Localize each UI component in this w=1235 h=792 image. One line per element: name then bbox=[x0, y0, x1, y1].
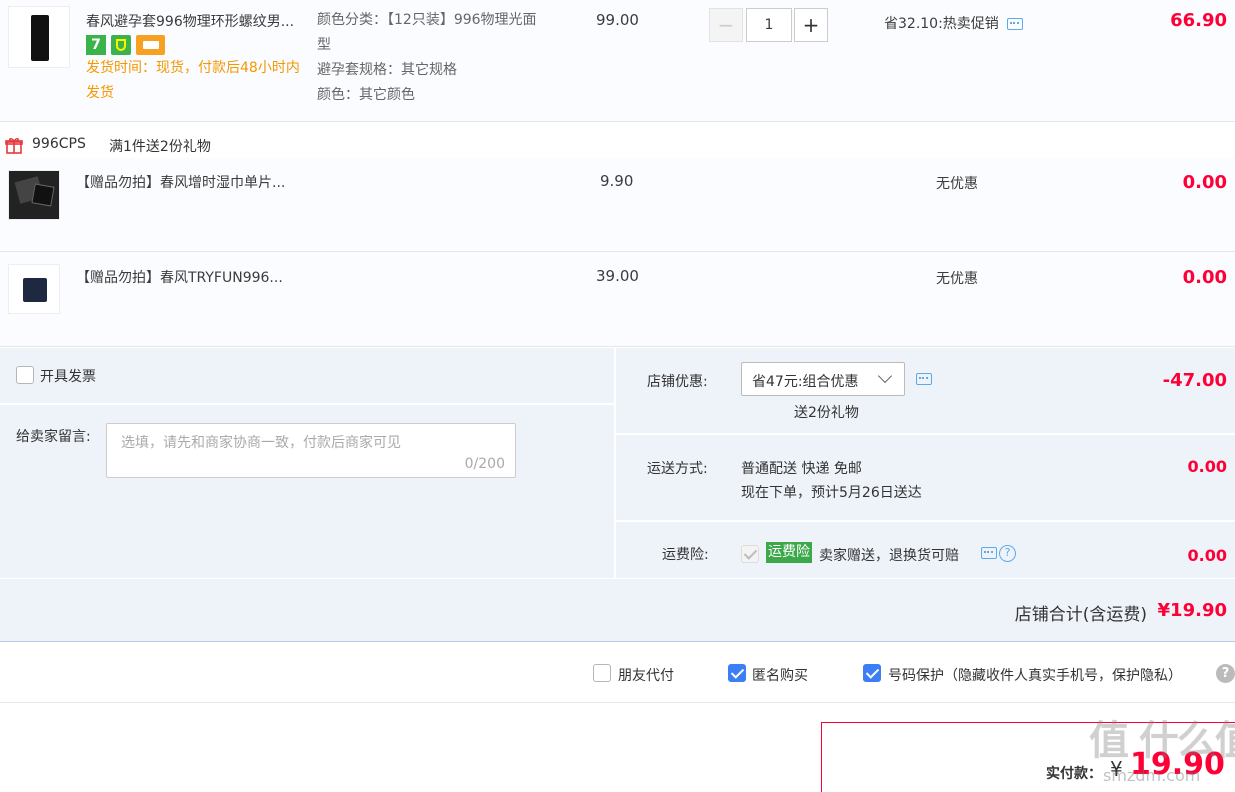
anonymous-label[interactable]: 匿名购买 bbox=[752, 665, 808, 685]
ship-time: 发货时间：现货，付款后48小时内发货 bbox=[86, 60, 300, 101]
sku-info: 颜色分类：【12只装】996物理光面型 避孕套规格：其它规格 颜色：其它颜色 bbox=[317, 8, 547, 108]
insurance-checkbox[interactable] bbox=[741, 545, 759, 563]
shipping-method[interactable]: 普通配送 快递 免邮 bbox=[741, 458, 862, 478]
gift-price: 9.90 bbox=[600, 172, 634, 190]
shipping-amount: 0.00 bbox=[1187, 457, 1227, 476]
item-subtotal: 66.90 bbox=[1170, 10, 1227, 31]
qty-plus-button[interactable]: + bbox=[794, 8, 828, 42]
shield-icon bbox=[111, 35, 131, 55]
invoice-checkbox[interactable] bbox=[16, 366, 34, 384]
friend-pay-checkbox[interactable] bbox=[593, 664, 611, 682]
pay-box: 实付款： ¥ 19.90 bbox=[821, 722, 1235, 792]
gift-title[interactable]: 【赠品勿拍】春风TRYFUN996... bbox=[76, 267, 283, 287]
shop-discount-select[interactable]: 省47元:组合优惠 bbox=[741, 362, 905, 396]
product-title[interactable]: 春风避孕套996物理环形螺纹男... bbox=[86, 11, 294, 31]
item-promo-text: 省32.10:热卖促销 bbox=[884, 16, 999, 32]
insurance-panel: 运费险: 运费险 卖家赠送，退换货可赔 ? 0.00 bbox=[616, 522, 1235, 578]
message-counter: 0/200 bbox=[464, 456, 505, 472]
shop-discount-panel: 店铺优惠: 省47元:组合优惠 送2份礼物 -47.00 bbox=[616, 348, 1235, 434]
sku-color-category: 颜色分类：【12只装】996物理光面型 bbox=[317, 12, 537, 53]
shop-discount-label: 店铺优惠: bbox=[647, 374, 708, 390]
pay-amount: 19.90 bbox=[1130, 747, 1225, 782]
anonymous-checkbox[interactable] bbox=[728, 664, 746, 682]
message-textarea[interactable]: 选填，请先和商家协商一致，付款后商家可见 0/200 bbox=[106, 423, 516, 478]
phone-protect-checkbox[interactable] bbox=[863, 664, 881, 682]
shop-discount-value: 省47元:组合优惠 bbox=[752, 374, 859, 390]
shipping-panel: 运送方式: 普通配送 快递 免邮 现在下单，预计5月26日送达 0.00 bbox=[616, 435, 1235, 521]
phone-protect-label[interactable]: 号码保护（隐藏收件人真实手机号，保护隐私） bbox=[888, 665, 1182, 685]
shipping-eta: 现在下单，预计5月26日送达 bbox=[741, 485, 922, 501]
shop-total-amount: ¥19.90 bbox=[1157, 600, 1227, 621]
options-row: 朋友代付 匿名购买 号码保护（隐藏收件人真实手机号，保护隐私） ? bbox=[0, 643, 1235, 703]
sku-spec: 避孕套规格：其它规格 bbox=[317, 62, 457, 78]
gift-price: 39.00 bbox=[596, 267, 639, 285]
insurance-label: 运费险: bbox=[662, 547, 709, 563]
gift-shop-name: 996CPS bbox=[32, 136, 86, 152]
gift-promo: 无优惠 bbox=[936, 271, 978, 287]
friend-pay-label[interactable]: 朋友代付 bbox=[618, 665, 674, 685]
gift-item-row: 【赠品勿拍】春风TRYFUN996... 39.00 无优惠 0.00 bbox=[0, 252, 1235, 347]
qty-minus-button[interactable]: − bbox=[709, 8, 743, 42]
main-item-row: 春风避孕套996物理环形螺纹男... 7 发货时间：现货，付款后48小时内发货 … bbox=[0, 0, 1235, 122]
shop-discount-amount: -47.00 bbox=[1162, 370, 1227, 391]
gift-subtotal: 0.00 bbox=[1182, 172, 1227, 193]
pay-label: 实付款： bbox=[1046, 766, 1102, 782]
gift-subtotal: 0.00 bbox=[1182, 267, 1227, 288]
gift-promo: 无优惠 bbox=[936, 176, 978, 192]
insurance-tag: 运费险 bbox=[766, 542, 812, 563]
product-thumbnail[interactable] bbox=[8, 264, 60, 314]
item-promo: 省32.10:热卖促销 bbox=[884, 13, 1023, 33]
gift-title[interactable]: 【赠品勿拍】春风增时湿巾单片... bbox=[76, 172, 285, 192]
invoice-label[interactable]: 开具发票 bbox=[40, 366, 96, 386]
insurance-amount: 0.00 bbox=[1187, 546, 1227, 565]
message-panel: 给卖家留言: 选填，请先和商家协商一致，付款后商家可见 0/200 bbox=[0, 405, 614, 578]
gift-rule: 满1件送2份礼物 bbox=[109, 139, 211, 155]
chat-icon[interactable] bbox=[916, 373, 932, 385]
seven-day-return-icon: 7 bbox=[86, 35, 106, 55]
message-placeholder: 选填，请先和商家协商一致，付款后商家可见 bbox=[121, 435, 401, 451]
chevron-down-icon bbox=[877, 368, 893, 384]
chat-icon[interactable] bbox=[981, 547, 997, 559]
shop-total-label: 店铺合计(含运费) bbox=[1014, 605, 1147, 625]
shop-total-bar: 店铺合计(含运费) ¥19.90 bbox=[0, 579, 1235, 642]
invoice-panel: 开具发票 bbox=[0, 348, 614, 404]
gift-icon bbox=[5, 136, 23, 154]
card-icon bbox=[136, 35, 165, 55]
gift-bar: 996CPS 满1件送2份礼物 bbox=[0, 132, 1235, 158]
gift-item-row: 【赠品勿拍】春风增时湿巾单片... 9.90 无优惠 0.00 bbox=[0, 158, 1235, 252]
shipping-label: 运送方式: bbox=[647, 461, 708, 477]
qty-input[interactable]: 1 bbox=[746, 8, 792, 42]
product-thumbnail[interactable] bbox=[8, 6, 70, 68]
insurance-desc: 卖家赠送，退换货可赔 bbox=[819, 548, 959, 564]
product-thumbnail[interactable] bbox=[8, 170, 60, 220]
pay-currency: ¥ bbox=[1110, 757, 1123, 781]
order-page: 春风避孕套996物理环形螺纹男... 7 发货时间：现货，付款后48小时内发货 … bbox=[0, 0, 1235, 792]
message-label: 给卖家留言: bbox=[16, 429, 91, 445]
help-icon[interactable]: ? bbox=[1216, 664, 1235, 683]
chat-icon[interactable] bbox=[1006, 18, 1023, 30]
shop-discount-sub: 送2份礼物 bbox=[794, 405, 859, 421]
help-icon[interactable]: ? bbox=[999, 545, 1016, 562]
sku-color: 颜色：其它颜色 bbox=[317, 87, 415, 103]
unit-price: 99.00 bbox=[596, 11, 639, 29]
